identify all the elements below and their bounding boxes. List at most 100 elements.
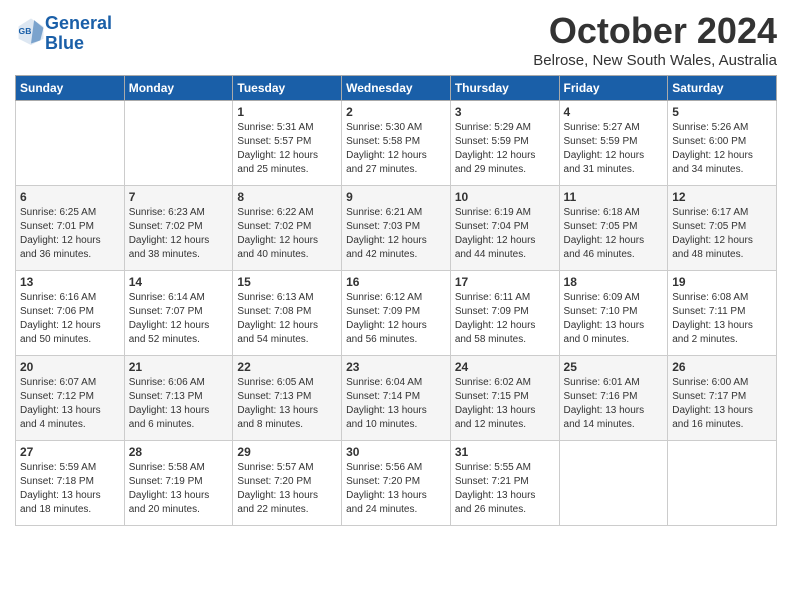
day-number: 30 (346, 445, 446, 459)
calendar-cell: 27 Sunrise: 5:59 AMSunset: 7:18 PMDayligh… (16, 441, 125, 526)
cell-details: Sunrise: 6:19 AMSunset: 7:04 PMDaylight:… (455, 206, 555, 262)
cell-details: Sunrise: 5:59 AMSunset: 7:18 PMDaylight:… (20, 461, 120, 517)
page-header: GB General Blue October 2024 Belrose, Ne… (15, 10, 777, 69)
day-number: 1 (237, 105, 337, 119)
calendar-cell: 30Sunrise: 5:56 AMSunset: 7:20 PMDayligh… (342, 441, 451, 526)
day-number: 12 (672, 190, 772, 204)
logo-text: General Blue (45, 14, 112, 54)
day-number: 16 (346, 275, 446, 289)
day-number: 23 (346, 360, 446, 374)
calendar-week-row: 6Sunrise: 6:25 AMSunset: 7:01 PMDaylight… (16, 186, 777, 271)
calendar-cell: 1 Sunrise: 5:31 AMSunset: 5:57 PMDaylight… (233, 101, 342, 186)
day-number: 9 (346, 190, 446, 204)
calendar-cell: 22 Sunrise: 6:05 AMSunset: 7:13 PMDayligh… (233, 356, 342, 441)
day-number: 26 (672, 360, 772, 374)
cell-details: Sunrise: 6:11 AMSunset: 7:09 PMDaylight:… (455, 291, 555, 347)
day-number: 2 (346, 105, 446, 119)
calendar-cell: 10 Sunrise: 6:19 AMSunset: 7:04 PMDayligh… (450, 186, 559, 271)
cell-details: Sunrise: 5:31 AMSunset: 5:57 PMDaylight:… (237, 121, 337, 177)
calendar-cell: 12 Sunrise: 6:17 AMSunset: 7:05 PMDayligh… (668, 186, 777, 271)
header-sunday: Sunday (16, 76, 125, 101)
day-number: 6 (20, 190, 120, 204)
header-tuesday: Tuesday (233, 76, 342, 101)
calendar-cell: 3Sunrise: 5:29 AMSunset: 5:59 PMDaylight… (450, 101, 559, 186)
calendar-header-row: SundayMondayTuesdayWednesdayThursdayFrid… (16, 76, 777, 101)
cell-details: Sunrise: 5:30 AMSunset: 5:58 PMDaylight:… (346, 121, 446, 177)
calendar-cell: 7 Sunrise: 6:23 AMSunset: 7:02 PMDaylight… (124, 186, 233, 271)
calendar-week-row: 20Sunrise: 6:07 AMSunset: 7:12 PMDayligh… (16, 356, 777, 441)
cell-details: Sunrise: 5:29 AMSunset: 5:59 PMDaylight:… (455, 121, 555, 177)
day-number: 5 (672, 105, 772, 119)
logo-icon: GB (17, 17, 45, 45)
cell-details: Sunrise: 6:23 AMSunset: 7:02 PMDaylight:… (129, 206, 229, 262)
calendar-cell: 19Sunrise: 6:08 AMSunset: 7:11 PMDayligh… (668, 271, 777, 356)
day-number: 7 (129, 190, 229, 204)
cell-details: Sunrise: 6:21 AMSunset: 7:03 PMDaylight:… (346, 206, 446, 262)
header-saturday: Saturday (668, 76, 777, 101)
calendar-cell: 8 Sunrise: 6:22 AMSunset: 7:02 PMDaylight… (233, 186, 342, 271)
calendar-cell: 14 Sunrise: 6:14 AMSunset: 7:07 PMDayligh… (124, 271, 233, 356)
day-number: 29 (237, 445, 337, 459)
cell-details: Sunrise: 6:13 AMSunset: 7:08 PMDaylight:… (237, 291, 337, 347)
day-number: 4 (564, 105, 664, 119)
header-wednesday: Wednesday (342, 76, 451, 101)
calendar-cell: 31 Sunrise: 5:55 AMSunset: 7:21 PMDayligh… (450, 441, 559, 526)
day-number: 20 (20, 360, 120, 374)
title-block: October 2024 Belrose, New South Wales, A… (533, 10, 777, 69)
cell-details: Sunrise: 6:02 AMSunset: 7:15 PMDaylight:… (455, 376, 555, 432)
calendar-cell: 9 Sunrise: 6:21 AMSunset: 7:03 PMDaylight… (342, 186, 451, 271)
calendar-cell: 28Sunrise: 5:58 AMSunset: 7:19 PMDayligh… (124, 441, 233, 526)
cell-details: Sunrise: 6:17 AMSunset: 7:05 PMDaylight:… (672, 206, 772, 262)
calendar-cell (16, 101, 125, 186)
calendar-cell: 15 Sunrise: 6:13 AMSunset: 7:08 PMDayligh… (233, 271, 342, 356)
calendar-cell: 6Sunrise: 6:25 AMSunset: 7:01 PMDaylight… (16, 186, 125, 271)
header-monday: Monday (124, 76, 233, 101)
calendar-cell: 20Sunrise: 6:07 AMSunset: 7:12 PMDayligh… (16, 356, 125, 441)
day-number: 10 (455, 190, 555, 204)
day-number: 18 (564, 275, 664, 289)
day-number: 31 (455, 445, 555, 459)
cell-details: Sunrise: 6:05 AMSunset: 7:13 PMDaylight:… (237, 376, 337, 432)
day-number: 14 (129, 275, 229, 289)
cell-details: Sunrise: 6:08 AMSunset: 7:11 PMDaylight:… (672, 291, 772, 347)
cell-details: Sunrise: 6:09 AMSunset: 7:10 PMDaylight:… (564, 291, 664, 347)
calendar-cell: 13 Sunrise: 6:16 AMSunset: 7:06 PMDayligh… (16, 271, 125, 356)
calendar-cell: 24Sunrise: 6:02 AMSunset: 7:15 PMDayligh… (450, 356, 559, 441)
day-number: 21 (129, 360, 229, 374)
cell-details: Sunrise: 5:27 AMSunset: 5:59 PMDaylight:… (564, 121, 664, 177)
cell-details: Sunrise: 6:06 AMSunset: 7:13 PMDaylight:… (129, 376, 229, 432)
calendar-week-row: 13 Sunrise: 6:16 AMSunset: 7:06 PMDayligh… (16, 271, 777, 356)
calendar-cell: 23 Sunrise: 6:04 AMSunset: 7:14 PMDayligh… (342, 356, 451, 441)
cell-details: Sunrise: 5:55 AMSunset: 7:21 PMDaylight:… (455, 461, 555, 517)
svg-text:GB: GB (19, 26, 32, 36)
location-title: Belrose, New South Wales, Australia (533, 52, 777, 69)
calendar-cell (668, 441, 777, 526)
cell-details: Sunrise: 6:22 AMSunset: 7:02 PMDaylight:… (237, 206, 337, 262)
calendar-cell: 26Sunrise: 6:00 AMSunset: 7:17 PMDayligh… (668, 356, 777, 441)
calendar-cell: 16 Sunrise: 6:12 AMSunset: 7:09 PMDayligh… (342, 271, 451, 356)
cell-details: Sunrise: 6:16 AMSunset: 7:06 PMDaylight:… (20, 291, 120, 347)
cell-details: Sunrise: 6:14 AMSunset: 7:07 PMDaylight:… (129, 291, 229, 347)
day-number: 22 (237, 360, 337, 374)
day-number: 17 (455, 275, 555, 289)
calendar-cell: 21 Sunrise: 6:06 AMSunset: 7:13 PMDayligh… (124, 356, 233, 441)
calendar-cell: 29 Sunrise: 5:57 AMSunset: 7:20 PMDayligh… (233, 441, 342, 526)
calendar-cell: 5 Sunrise: 5:26 AMSunset: 6:00 PMDaylight… (668, 101, 777, 186)
calendar-week-row: 1 Sunrise: 5:31 AMSunset: 5:57 PMDaylight… (16, 101, 777, 186)
cell-details: Sunrise: 5:26 AMSunset: 6:00 PMDaylight:… (672, 121, 772, 177)
day-number: 8 (237, 190, 337, 204)
cell-details: Sunrise: 5:57 AMSunset: 7:20 PMDaylight:… (237, 461, 337, 517)
day-number: 15 (237, 275, 337, 289)
day-number: 13 (20, 275, 120, 289)
cell-details: Sunrise: 6:04 AMSunset: 7:14 PMDaylight:… (346, 376, 446, 432)
calendar-cell: 4 Sunrise: 5:27 AMSunset: 5:59 PMDaylight… (559, 101, 668, 186)
calendar-week-row: 27 Sunrise: 5:59 AMSunset: 7:18 PMDayligh… (16, 441, 777, 526)
day-number: 27 (20, 445, 120, 459)
calendar-cell: 25Sunrise: 6:01 AMSunset: 7:16 PMDayligh… (559, 356, 668, 441)
calendar-cell: 18 Sunrise: 6:09 AMSunset: 7:10 PMDayligh… (559, 271, 668, 356)
day-number: 28 (129, 445, 229, 459)
logo: GB General Blue (15, 14, 112, 54)
calendar-table: SundayMondayTuesdayWednesdayThursdayFrid… (15, 75, 777, 526)
header-friday: Friday (559, 76, 668, 101)
cell-details: Sunrise: 6:12 AMSunset: 7:09 PMDaylight:… (346, 291, 446, 347)
